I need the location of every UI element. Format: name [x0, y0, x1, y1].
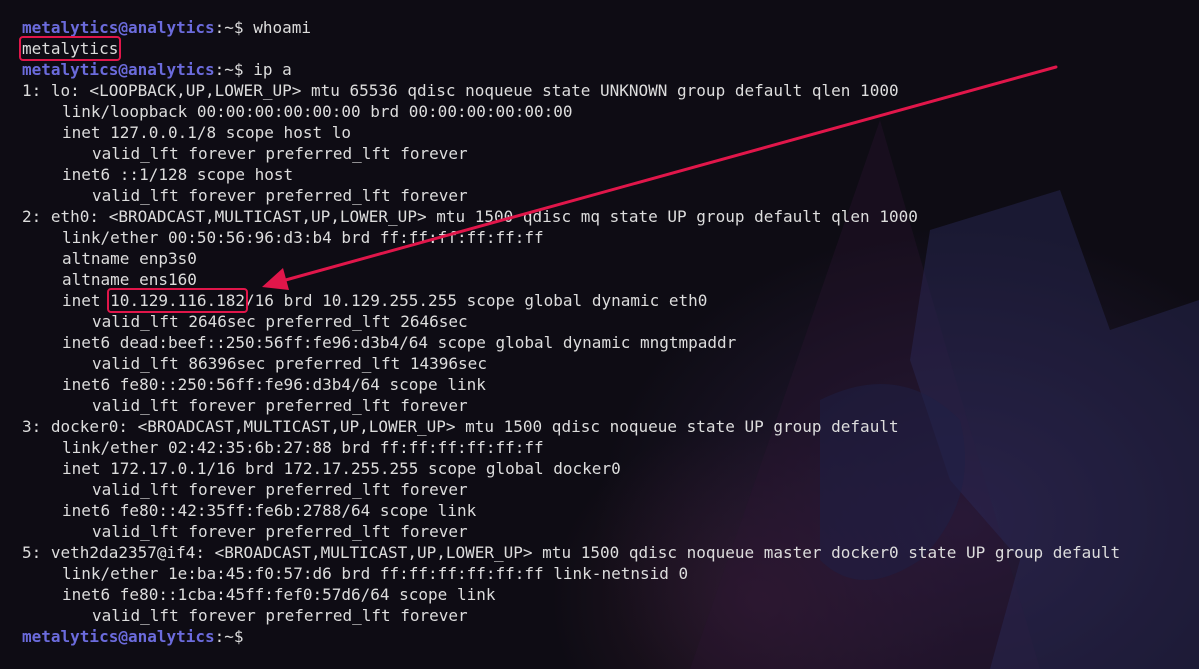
output-line: valid_lft forever preferred_lft forever — [92, 522, 468, 541]
output-line: inet6 fe80::1cba:45ff:fef0:57d6/64 scope… — [62, 585, 496, 604]
prompt-user-host: metalytics@analytics — [22, 18, 215, 37]
output-line: altname ens160 — [62, 270, 197, 289]
prompt-line: metalytics@analytics:~$ ip a — [22, 59, 1120, 80]
command-text: ip a — [253, 60, 292, 79]
output-line: link/loopback 00:00:00:00:00:00 brd 00:0… — [62, 102, 573, 121]
output-line: valid_lft forever preferred_lft forever — [92, 144, 468, 163]
output-line: inet6 fe80::250:56ff:fe96:d3b4/64 scope … — [62, 375, 486, 394]
prompt-path: :~$ — [214, 627, 244, 646]
output-line: valid_lft forever preferred_lft forever — [92, 606, 468, 625]
eth0-ip-highlighted: 10.129.116.182 — [107, 288, 249, 313]
inet-label: inet — [62, 291, 111, 310]
output-line: 3: docker0: <BROADCAST,MULTICAST,UP,LOWE… — [22, 417, 899, 436]
terminal-window[interactable]: metalytics@analytics:~$ whoami metalytic… — [0, 0, 1199, 669]
output-line: inet 10.129.116.182/16 brd 10.129.255.25… — [22, 288, 1120, 313]
output-line: valid_lft forever preferred_lft forever — [92, 396, 468, 415]
output-line: link/ether 00:50:56:96:d3:b4 brd ff:ff:f… — [62, 228, 544, 247]
prompt-user-host: metalytics@analytics — [22, 60, 215, 79]
output-line: valid_lft forever preferred_lft forever — [92, 186, 468, 205]
output-line: inet6 fe80::42:35ff:fe6b:2788/64 scope l… — [62, 501, 477, 520]
terminal-output: metalytics@analytics:~$ whoami metalytic… — [18, 17, 1121, 647]
output-line: valid_lft forever preferred_lft forever — [92, 480, 468, 499]
prompt-path: :~$ — [214, 18, 244, 37]
prompt-user-host: metalytics@analytics — [22, 627, 215, 646]
whoami-output-highlighted: metalytics — [18, 36, 122, 61]
output-line: inet 127.0.0.1/8 scope host lo — [62, 123, 351, 142]
inet-rest: /16 brd 10.129.255.255 scope global dyna… — [245, 291, 708, 310]
output-line: inet 172.17.0.1/16 brd 172.17.255.255 sc… — [62, 459, 621, 478]
output-line: valid_lft 86396sec preferred_lft 14396se… — [92, 354, 487, 373]
output-line: valid_lft 2646sec preferred_lft 2646sec — [92, 312, 468, 331]
output-line: 2: eth0: <BROADCAST,MULTICAST,UP,LOWER_U… — [22, 207, 918, 226]
prompt-path: :~$ — [214, 60, 244, 79]
prompt-line: metalytics@analytics:~$ whoami — [22, 17, 1120, 38]
output-line: 1: lo: <LOOPBACK,UP,LOWER_UP> mtu 65536 … — [22, 81, 899, 100]
output-line: link/ether 02:42:35:6b:27:88 brd ff:ff:f… — [62, 438, 544, 457]
output-line: inet6 ::1/128 scope host — [62, 165, 294, 184]
output-line: 5: veth2da2357@if4: <BROADCAST,MULTICAST… — [22, 543, 1121, 562]
output-line: link/ether 1e:ba:45:f0:57:d6 brd ff:ff:f… — [62, 564, 689, 583]
output-line: altname enp3s0 — [62, 249, 197, 268]
command-text: whoami — [253, 18, 311, 37]
prompt-line: metalytics@analytics:~$ — [22, 626, 1120, 647]
output-line: metalytics — [18, 36, 1120, 61]
output-line: inet6 dead:beef::250:56ff:fe96:d3b4/64 s… — [62, 333, 737, 352]
